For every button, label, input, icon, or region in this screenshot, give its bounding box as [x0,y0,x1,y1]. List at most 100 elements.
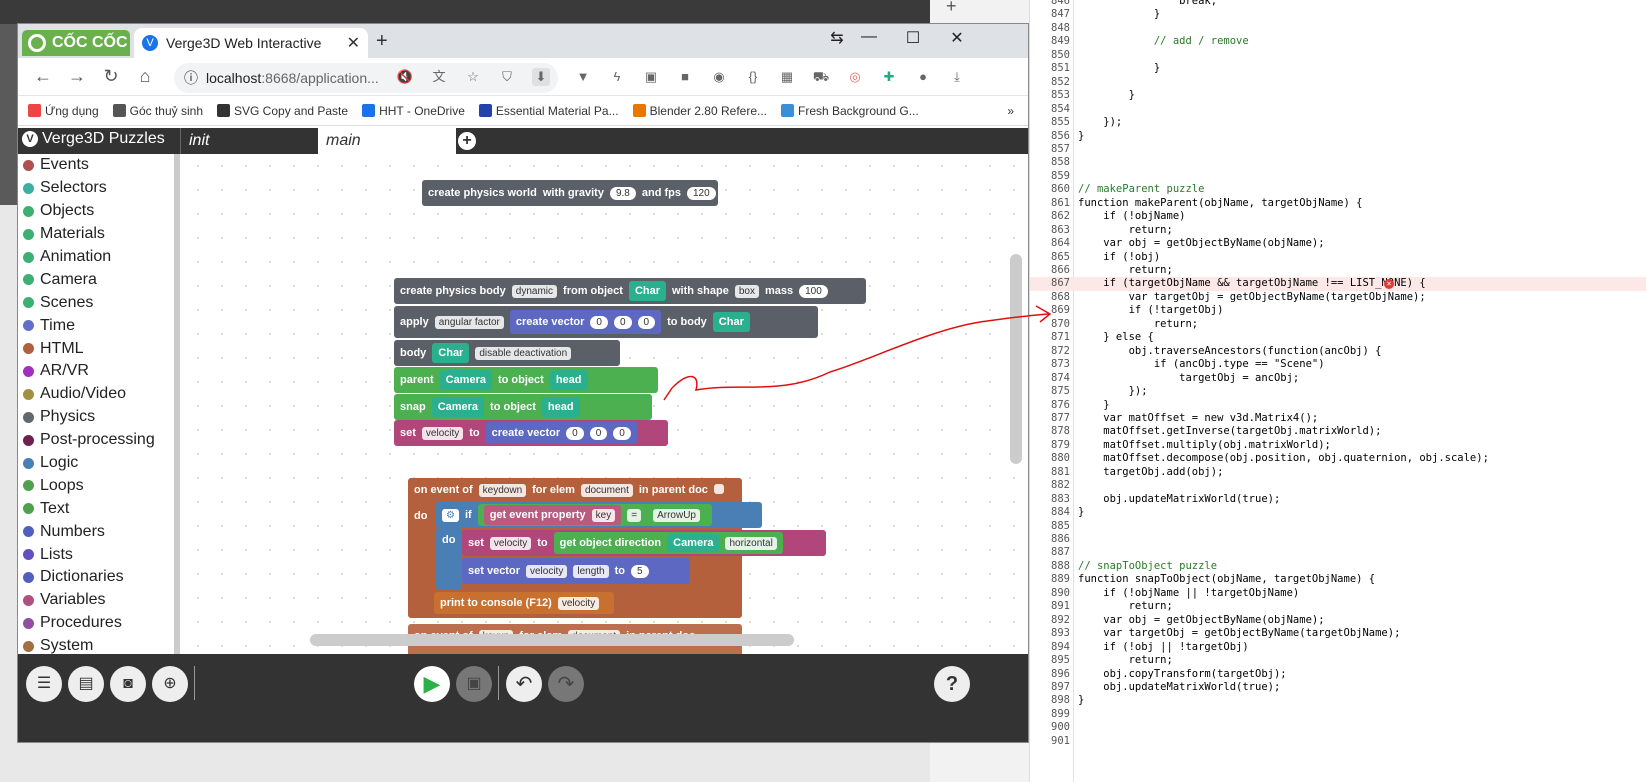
profile-avatar-icon[interactable]: ● [914,68,932,86]
bookmark-svg-copy[interactable]: SVG Copy and Paste [217,104,348,118]
minimize-button[interactable]: — [854,28,884,46]
code-line[interactable]: 894 if (!obj || !targetObj) [1030,641,1646,654]
code-line[interactable]: 898} [1030,694,1646,707]
run-play-icon[interactable]: ▶ [414,666,450,702]
tab-close-icon[interactable]: ✕ [347,33,360,53]
code-line[interactable]: 848 [1030,22,1646,35]
block-create-physics-world[interactable]: create physics world with gravity 9.8 an… [422,180,718,206]
extension-color-icon[interactable]: ◎ [846,68,864,86]
category-loops[interactable]: Loops [18,474,174,497]
category-html[interactable]: HTML [18,337,174,360]
extension-cart-icon[interactable]: ⛟ [812,68,830,86]
code-line[interactable]: 879 matOffset.multiply(obj.matrixWorld); [1030,439,1646,452]
workspace-vertical-scrollbar[interactable] [1010,254,1022,464]
code-line[interactable]: 870 return; [1030,318,1646,331]
code-line[interactable]: 881 targetObj.add(obj); [1030,466,1646,479]
save-icon[interactable]: ▣ [456,666,492,702]
block-get-object-direction[interactable]: get object direction Camera horizontal [553,532,783,554]
fps-input[interactable]: 120 [686,186,716,200]
category-audio-video[interactable]: Audio/Video [18,383,174,406]
bookmark-apps[interactable]: Ứng dụng [28,104,99,118]
code-line[interactable]: 859 [1030,170,1646,183]
code-line[interactable]: 880 matOffset.decompose(obj.position, ob… [1030,452,1646,465]
code-line[interactable]: 846 break; [1030,0,1646,8]
category-materials[interactable]: Materials [18,223,174,246]
code-line[interactable]: 900 [1030,721,1646,734]
code-line[interactable]: 850 [1030,49,1646,62]
library-icon[interactable]: ☰ [26,666,62,702]
code-line[interactable]: 862 if (!objName) [1030,210,1646,223]
code-line[interactable]: 867 if (targetObjName && targetObjName !… [1030,277,1646,291]
block-create-vector[interactable]: create vector 0 0 0 [485,422,637,444]
category-events[interactable]: Events [18,154,174,177]
block-if[interactable]: ⚙ if get event property key = ArrowUp [436,502,762,528]
puzzle-workspace[interactable]: create physics world with gravity 9.8 an… [186,154,1028,654]
object-selector-head[interactable]: head [541,397,580,417]
code-line[interactable]: 892 var obj = getObjectByName(objName); [1030,614,1646,627]
translate-icon[interactable]: 文 [430,68,448,86]
tab-main[interactable]: main [318,128,456,154]
category-scenes[interactable]: Scenes [18,291,174,314]
object-selector-camera[interactable]: Camera [431,397,485,417]
code-line[interactable]: 873 if (ancObj.type == "Scene") [1030,358,1646,371]
body-option-dropdown[interactable]: disable deactivation [475,346,572,360]
tab-search-icon[interactable]: ⇆ [822,28,852,48]
extension-v-icon[interactable]: ▼ [574,68,592,86]
code-line[interactable]: 891 return; [1030,600,1646,613]
code-line[interactable]: 872 obj.traverseAncestors(function(ancOb… [1030,345,1646,358]
maximize-button[interactable]: ☐ [898,28,928,48]
tab-init[interactable]: init [180,128,318,154]
code-line[interactable]: 854 [1030,103,1646,116]
category-physics[interactable]: Physics [18,406,174,429]
body-type-dropdown[interactable]: dynamic [511,284,558,298]
object-selector-head[interactable]: head [549,370,588,390]
apply-property-dropdown[interactable]: angular factor [434,315,504,329]
extension-terminal-icon[interactable]: ■ [676,68,694,86]
new-tab-plus-icon[interactable]: + [946,0,957,17]
block-create-vector[interactable]: create vector 0 0 0 [509,310,662,334]
code-line[interactable]: 878 matOffset.getInverse(targetObj.matri… [1030,425,1646,438]
category-lists[interactable]: Lists [18,543,174,566]
code-line[interactable]: 851 } [1030,62,1646,75]
object-selector-char[interactable]: Char [432,343,470,363]
target-icon[interactable]: ⊕ [152,666,188,702]
redo-icon[interactable]: ↷ [548,666,584,702]
shape-dropdown[interactable]: box [734,284,759,298]
code-line[interactable]: 863 return; [1030,224,1646,237]
code-line[interactable]: 899 [1030,708,1646,721]
category-camera[interactable]: Camera [18,268,174,291]
extension-eye-icon[interactable]: ◉ [710,68,728,86]
block-snap[interactable]: snap Camera to object head [394,394,652,420]
reload-icon[interactable]: ↻ [98,66,124,87]
block-set-velocity[interactable]: set velocity to create vector 0 0 0 [394,420,668,446]
variable-dropdown[interactable]: velocity [421,426,464,440]
code-line[interactable]: 884} [1030,506,1646,519]
code-line[interactable]: 847 } [1030,8,1646,21]
new-tab-button[interactable]: + [376,30,388,53]
block-get-event-property[interactable]: get event property key [483,505,622,525]
event-type-dropdown[interactable]: keydown [478,484,527,497]
home-icon[interactable]: ⌂ [132,66,158,87]
block-text-arrowup[interactable]: ArrowUp [647,506,706,524]
object-selector-char[interactable]: Char [712,312,750,332]
shield-icon[interactable]: ⛉ [498,68,516,86]
parent-doc-checkbox[interactable] [713,484,724,494]
code-line[interactable]: 876 } [1030,399,1646,412]
code-line[interactable]: 860 // makeParent puzzle [1030,183,1646,196]
code-line[interactable]: 897 obj.updateMatrixWorld(true); [1030,681,1646,694]
category-text[interactable]: Text [18,497,174,520]
code-line[interactable]: 852 [1030,76,1646,89]
block-create-physics-body[interactable]: create physics body dynamic from object … [394,278,866,304]
code-line[interactable]: 886 [1030,533,1646,546]
add-tab-icon[interactable]: + [458,132,476,150]
category-objects[interactable]: Objects [18,200,174,223]
site-info-icon[interactable]: ⓘ [184,68,198,88]
mute-icon[interactable]: 🔇 [396,68,414,86]
workspace-horizontal-scrollbar[interactable] [310,634,794,646]
category-numbers[interactable]: Numbers [18,520,174,543]
code-line[interactable]: 896 obj.copyTransform(targetObj); [1030,668,1646,681]
tab-verge3d[interactable]: V Verge3D Web Interactive ✕ [134,28,368,58]
extensions-puzzle-icon[interactable]: ✚ [880,68,898,86]
category-dictionaries[interactable]: Dictionaries [18,566,174,589]
code-line[interactable]: 887 [1030,546,1646,559]
